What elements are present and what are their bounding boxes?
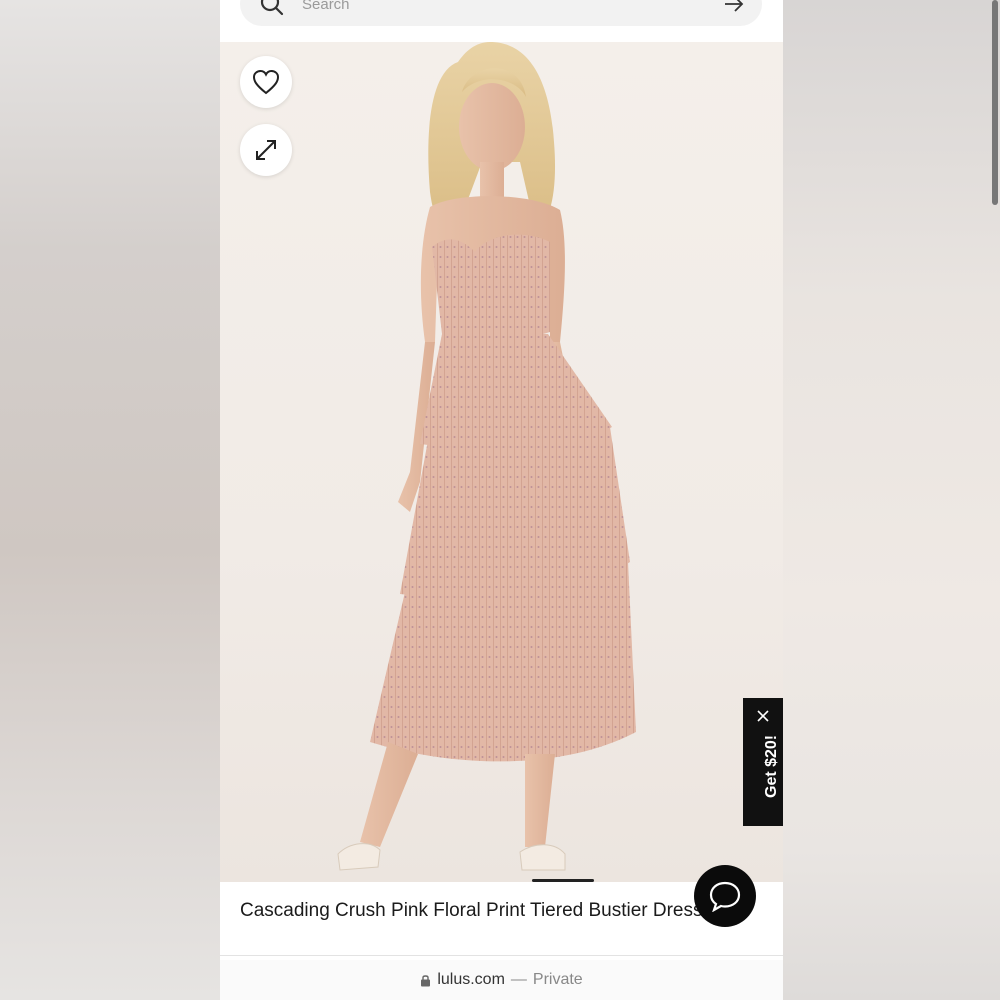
- search-bar[interactable]: Search: [240, 0, 762, 26]
- phone-screen: Search Get $20! Cascading Crush Pink Flo…: [220, 0, 783, 1000]
- promo-tab[interactable]: Get $20!: [743, 698, 783, 826]
- expand-icon: [256, 140, 276, 160]
- private-mode-label: Private: [532, 971, 583, 988]
- url-separator: —: [510, 971, 527, 988]
- search-header: Search: [220, 0, 783, 42]
- product-image[interactable]: Get $20!: [220, 42, 783, 882]
- url-domain: lulus.com: [437, 971, 505, 988]
- model-photo: [337, 42, 636, 871]
- chat-button[interactable]: [694, 865, 756, 927]
- browser-url-bar[interactable]: lulus.com — Private: [220, 960, 783, 1000]
- blurred-background-right: [783, 0, 1000, 1000]
- wishlist-button[interactable]: [240, 56, 292, 108]
- chat-icon: [709, 881, 741, 912]
- expand-image-button[interactable]: [240, 124, 292, 176]
- blurred-background-left: [0, 0, 220, 1000]
- image-carousel-indicator: [532, 879, 594, 882]
- lock-icon: [421, 974, 431, 986]
- close-icon[interactable]: [755, 708, 771, 724]
- scrollbar-thumb[interactable]: [992, 0, 998, 205]
- product-title: Cascading Crush Pink Floral Print Tiered…: [240, 900, 703, 921]
- search-icon: [260, 0, 284, 16]
- heart-icon: [252, 69, 280, 95]
- arrow-right-icon[interactable]: [722, 0, 746, 14]
- promo-label[interactable]: Get $20!: [763, 735, 781, 798]
- divider: [220, 955, 783, 956]
- search-input[interactable]: Search: [302, 0, 350, 13]
